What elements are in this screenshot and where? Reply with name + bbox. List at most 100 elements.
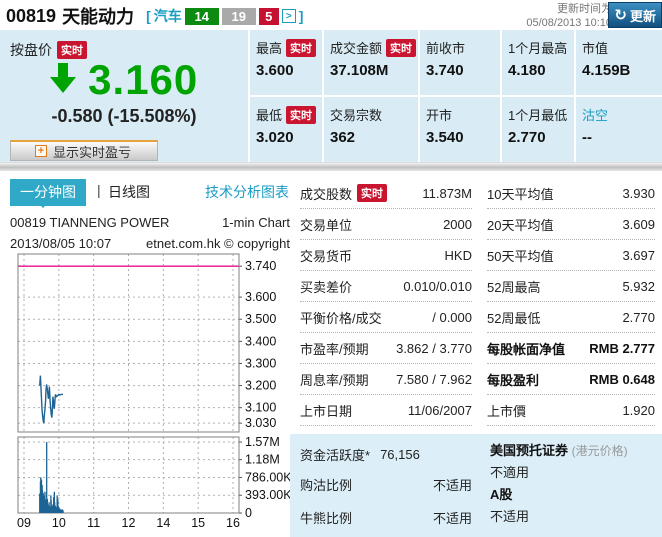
cell-label: 成交金额 (330, 38, 382, 57)
quote-cell-turnover: 成交金额实时 37.108M (324, 30, 418, 95)
svg-text:16: 16 (226, 516, 240, 530)
section-divider (0, 162, 662, 171)
bottom-panel-right: 美国预托证券 (港元价格) 不適用 A股 不适用 (490, 440, 658, 528)
stat-row-ma10: 10天平均值 3.930 (487, 178, 655, 209)
bottom-panel-mid: 资金活跃度* 76,156 购沽比例 不适用 牛熊比例 不适用 (300, 440, 472, 534)
quote-cell-prev-close: 前收市 3.740 (420, 30, 500, 95)
stat-row-ma50: 50天平均值 3.697 (487, 240, 655, 271)
stat-label: 买卖差价 (300, 277, 352, 296)
realtime-badge: 实时 (286, 106, 316, 124)
sector-up-count-badge: 14 (185, 8, 219, 25)
svg-text:1.57M: 1.57M (245, 435, 280, 449)
svg-text:3.200: 3.200 (245, 379, 276, 393)
stat-label: 52周最低 (487, 308, 540, 327)
bull-bear-ratio-value: 不适用 (433, 508, 472, 527)
show-pl-label: 显示实时盈亏 (53, 142, 131, 161)
svg-text:393.00K: 393.00K (245, 488, 292, 502)
cell-label: 最低 (256, 105, 282, 124)
stat-label: 成交股数 (300, 184, 352, 203)
stat-row-pe: 市盈率/预期 3.862 / 3.770 (300, 333, 472, 364)
bull-bear-ratio-label: 牛熊比例 (300, 508, 352, 527)
svg-text:786.00K: 786.00K (245, 470, 292, 484)
stat-label: 50天平均值 (487, 246, 553, 265)
page-header: 00819 天能动力 [ 汽车 14 19 5 > ] 更新时间为 05/08/… (0, 0, 662, 30)
quote-grid: 最高实时 3.600 成交金额实时 37.108M 前收市 3.740 1个月最… (250, 30, 662, 162)
svg-text:0: 0 (245, 506, 252, 520)
stat-row-52w-high: 52周最高 5.932 (487, 271, 655, 302)
stat-row-iep: 平衡价格/成交 / 0.000 (300, 302, 472, 333)
svg-text:3.500: 3.500 (245, 312, 276, 326)
stat-value: 3.930 (622, 186, 655, 201)
stat-value: RMB 0.648 (589, 372, 655, 387)
quote-cell-month-low: 1个月最低 2.770 (502, 97, 574, 162)
stat-value: 3.862 / 3.770 (396, 341, 472, 356)
update-time: 更新时间为 05/08/2013 10:10 (526, 3, 612, 31)
stat-value: 3.697 (622, 248, 655, 263)
svg-text:3.400: 3.400 (245, 334, 276, 348)
adr-value: 不適用 (490, 462, 658, 484)
stat-label: 上市價 (487, 401, 526, 420)
stat-value: RMB 2.777 (589, 341, 655, 356)
cell-value: -- (582, 129, 662, 146)
stat-row-ma20: 20天平均值 3.609 (487, 209, 655, 240)
stat-value: 7.580 / 7.962 (396, 372, 472, 387)
cell-value: 2.770 (508, 129, 574, 146)
sector-close-bracket: ] (299, 8, 304, 24)
cell-value: 4.180 (508, 62, 574, 79)
stat-row-eps: 每股盈利 RMB 0.648 (487, 364, 655, 395)
capital-activity-label: 资金活跃度* (300, 445, 370, 464)
intraday-chart: 091011121415163.7403.6003.5003.4003.3003… (0, 248, 300, 537)
update-time-label: 更新时间为 (526, 3, 612, 17)
stat-label: 10天平均值 (487, 184, 553, 203)
show-pl-button[interactable]: + 显示实时盈亏 (10, 140, 158, 161)
stock-quote-page: 00819 天能动力 [ 汽车 14 19 5 > ] 更新时间为 05/08/… (0, 0, 662, 537)
tab-daily-chart[interactable]: 日线图 (108, 182, 150, 202)
capital-activity-row: 资金活跃度* 76,156 (300, 440, 472, 468)
stat-row-volume: 成交股数实时 11.873M (300, 178, 472, 209)
stat-label: 20天平均值 (487, 215, 553, 234)
refresh-label: 更新 (630, 6, 656, 25)
cell-value: 3.020 (256, 129, 322, 146)
a-share-title: A股 (490, 484, 658, 506)
stat-row-nav: 每股帐面净值 RMB 2.777 (487, 333, 655, 364)
stat-label: 周息率/预期 (300, 370, 369, 389)
bull-bear-ratio-row: 牛熊比例 不适用 (300, 501, 472, 534)
sector-flat-count-badge: 19 (222, 8, 256, 25)
realtime-badge: 实时 (386, 39, 416, 57)
last-price: 3.160 (88, 56, 198, 104)
stat-value: HKD (445, 248, 472, 263)
chart-type-label: 1-min Chart (222, 215, 290, 230)
stat-value: 2.770 (622, 310, 655, 325)
cell-value: 4.159B (582, 62, 662, 79)
plus-icon: + (35, 145, 47, 157)
svg-text:3.600: 3.600 (245, 290, 276, 304)
stat-row-currency: 交易货币 HKD (300, 240, 472, 271)
stat-value: 11.873M (422, 186, 472, 201)
refresh-button[interactable]: ↻ 更新 (608, 2, 662, 28)
quote-cell-market-cap: 市值 4.159B (576, 30, 662, 95)
cell-label: 市值 (582, 38, 608, 57)
svg-text:14: 14 (156, 516, 170, 530)
svg-text:3.030: 3.030 (245, 416, 276, 430)
technical-analysis-link[interactable]: 技术分析图表 (205, 182, 289, 202)
cell-label: 沽空 (582, 105, 608, 124)
cell-label: 交易宗数 (330, 105, 382, 124)
sector-open-bracket: [ (146, 8, 151, 24)
sector-down-count-badge: 5 (259, 8, 279, 25)
cell-label: 1个月最低 (508, 105, 567, 124)
call-put-ratio-row: 购沽比例 不适用 (300, 468, 472, 501)
cell-label: 1个月最高 (508, 38, 567, 57)
stat-value: 0.010/0.010 (403, 279, 472, 294)
bottom-panel: 资金活跃度* 76,156 购沽比例 不适用 牛熊比例 不适用 美国预托证券 (… (290, 434, 662, 537)
svg-text:10: 10 (52, 516, 66, 530)
sector-link[interactable]: 汽车 (154, 6, 182, 26)
stat-value: 3.609 (622, 217, 655, 232)
sector-more-icon[interactable]: > (282, 9, 296, 23)
stat-value: 11/06/2007 (408, 403, 472, 418)
quote-strip: 按盘价 实时 3.160 -0.580 (-15.508%) + 显示实时盈亏 … (0, 30, 662, 162)
cell-label: 开市 (426, 105, 452, 124)
chart-title: 00819 TIANNENG POWER (10, 215, 169, 230)
stat-label: 每股盈利 (487, 370, 539, 389)
cell-value: 3.740 (426, 62, 500, 79)
stock-name: 天能动力 (62, 3, 134, 29)
